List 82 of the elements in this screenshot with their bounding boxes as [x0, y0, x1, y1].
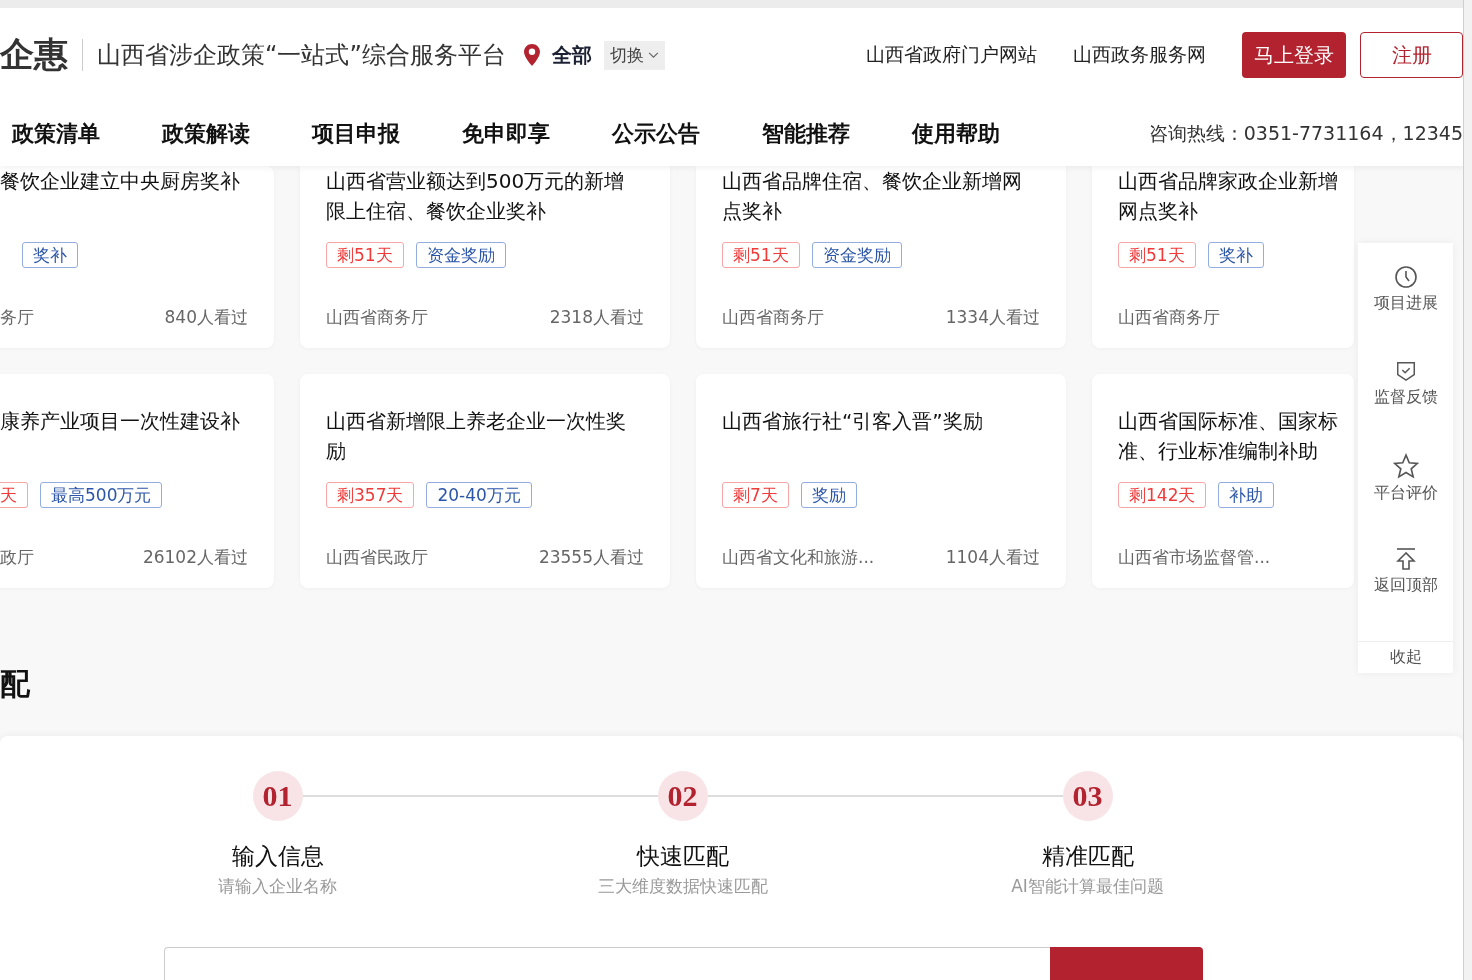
- days-left-tag: 剩51天: [722, 242, 800, 268]
- days-left-tag: 剩51天: [326, 242, 404, 268]
- days-left-tag: 剩7天: [722, 482, 789, 508]
- step-subtitle: AI智能计算最佳问题: [1011, 875, 1164, 898]
- category-tag: 资金奖励: [415, 242, 506, 268]
- view-count: 26102人看过: [142, 545, 248, 569]
- nav-item[interactable]: 使用帮助: [912, 119, 1000, 149]
- step-number: 01: [252, 771, 303, 821]
- days-left-tag: 剩357天: [326, 482, 415, 508]
- step-number: 02: [657, 771, 708, 821]
- category-tag: 最高500万元: [40, 482, 163, 508]
- nav-item[interactable]: 智能推荐: [762, 119, 850, 149]
- policy-card[interactable]: 山西省营业额达到500万元的新增限上住宿、餐饮企业奖补 剩51天 资金奖励 山西省商务厅 2318人看过: [300, 166, 670, 348]
- department-text: 山西省商务厅: [326, 305, 428, 329]
- days-left-tag: 剩142天: [1118, 482, 1207, 508]
- policy-title: 山西省品牌家政企业新增网点奖补: [1118, 168, 1339, 225]
- nav-item[interactable]: 免申即享: [462, 119, 550, 149]
- nav-item[interactable]: 公示公告: [612, 119, 700, 149]
- location-pin-icon: [523, 44, 540, 66]
- department-text: 山西省民政厅: [326, 545, 428, 569]
- region-label: 全部: [551, 41, 592, 69]
- step-subtitle: 三大维度数据快速匹配: [597, 875, 768, 898]
- collapse-button[interactable]: 收起: [1358, 641, 1453, 673]
- region-dropdown[interactable]: 切换: [603, 40, 665, 70]
- view-count: 840人看过: [164, 305, 248, 329]
- shield-check-icon: [1394, 359, 1417, 383]
- menu-item[interactable]: 监督反馈: [1358, 359, 1453, 453]
- star-icon: [1392, 453, 1419, 479]
- menu-item[interactable]: 项目进展: [1358, 265, 1453, 359]
- view-count: 2318人看过: [549, 305, 644, 329]
- policy-title: 山西省品牌住宿、餐饮企业新增网点奖补: [722, 168, 1023, 225]
- step-title: 精准匹配: [1041, 842, 1134, 871]
- category-tag: 奖补: [22, 242, 78, 268]
- step-title: 快速匹配: [636, 842, 729, 871]
- step-title: 输入信息: [231, 842, 324, 871]
- category-tag: 资金奖励: [811, 242, 902, 268]
- policy-card[interactable]: 山西省品牌住宿、餐饮企业新增网点奖补 剩51天 资金奖励 山西省商务厅 1334人看过: [696, 166, 1066, 348]
- department-text: 务厅: [0, 305, 34, 329]
- department-text: 山西省商务厅: [722, 305, 824, 329]
- category-tag: 奖励: [800, 482, 857, 508]
- policy-title: 山西省新增限上养老企业一次性奖励: [326, 408, 627, 465]
- policy-card[interactable]: 餐饮企业建立中央厨房奖补 奖补 务厅 840人看过: [0, 166, 274, 348]
- policy-title: 山西省国际标准、国家标准、行业标准编制补助: [1118, 408, 1339, 465]
- policy-card[interactable]: 山西省国际标准、国家标准、行业标准编制补助 剩142天 补助 山西省市场监督管...: [1092, 374, 1354, 588]
- department-text: 山西省商务厅: [1118, 305, 1220, 329]
- nav-item[interactable]: 政策清单: [12, 119, 100, 149]
- login-button[interactable]: 马上登录: [1242, 32, 1346, 78]
- register-button[interactable]: 注册: [1360, 32, 1463, 78]
- chevron-down-icon: [647, 51, 659, 59]
- nav-item[interactable]: 项目申报: [312, 119, 400, 149]
- policy-card[interactable]: 山西省旅行社“引客入晋”奖励 剩7天 奖励 山西省文化和旅游... 1104人看过: [696, 374, 1066, 588]
- nav-item[interactable]: 政策解读: [162, 119, 250, 149]
- policy-card[interactable]: 康养产业项目一次性建设补 天 最高500万元 政厅 26102人看过: [0, 374, 274, 588]
- back-to-top-icon: [1393, 547, 1418, 571]
- menu-item[interactable]: 平台评价: [1358, 453, 1453, 547]
- policy-title: 康养产业项目一次性建设补: [0, 408, 241, 435]
- section-heading: 配: [0, 665, 31, 703]
- menu-item[interactable]: 返回顶部: [1358, 547, 1453, 641]
- header-link[interactable]: 山西省政府门户网站: [866, 42, 1037, 68]
- view-count: 23555人看过: [538, 545, 644, 569]
- view-count: 1334人看过: [945, 305, 1040, 329]
- days-left-tag: 剩51天: [1118, 242, 1196, 268]
- days-left-tag: 天: [0, 482, 28, 508]
- department-text: 山西省市场监督管...: [1118, 545, 1271, 569]
- policy-title: 餐饮企业建立中央厨房奖补: [0, 168, 241, 195]
- category-tag: 奖补: [1207, 242, 1264, 268]
- category-tag: 补助: [1218, 482, 1275, 508]
- department-text: 政厅: [0, 545, 34, 569]
- clock-icon: [1393, 265, 1418, 289]
- policy-title: 山西省旅行社“引客入晋”奖励: [722, 408, 984, 435]
- category-tag: 20-40万元: [426, 482, 532, 508]
- step-subtitle: 请输入企业名称: [218, 875, 337, 898]
- hotline-text: 咨询热线：0351-7731164，12345: [1148, 121, 1463, 146]
- department-text: 山西省文化和旅游...: [722, 545, 875, 569]
- policy-title: 山西省营业额达到500万元的新增限上住宿、餐饮企业奖补: [326, 168, 626, 225]
- step-number: 03: [1062, 771, 1113, 821]
- platform-title: 山西省涉企政策“一站式”综合服务平台: [97, 40, 506, 71]
- policy-card[interactable]: 山西省品牌家政企业新增网点奖补 剩51天 奖补 山西省商务厅: [1092, 166, 1354, 348]
- view-count: 1104人看过: [945, 545, 1040, 569]
- logo-text: 企惠: [0, 33, 68, 76]
- header-link[interactable]: 山西政务服务网: [1073, 42, 1206, 68]
- policy-card[interactable]: 山西省新增限上养老企业一次性奖励 剩357天 20-40万元 山西省民政厅 23555人看过: [300, 374, 670, 588]
